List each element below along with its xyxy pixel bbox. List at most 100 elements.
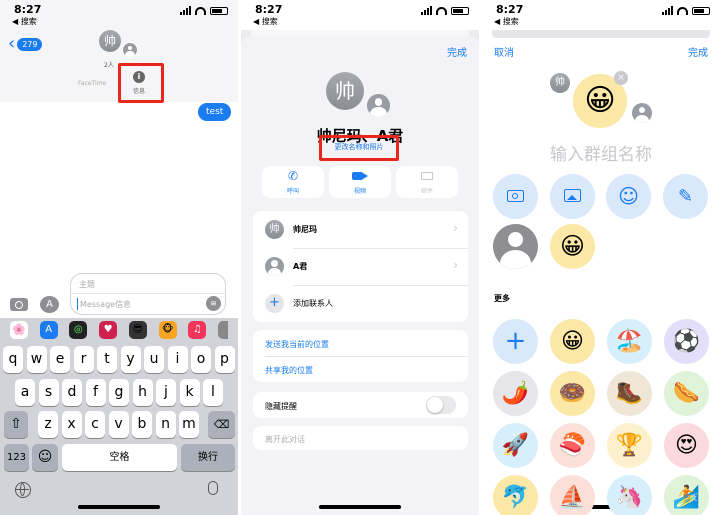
wifi-icon: [195, 6, 206, 15]
shift-key[interactable]: ⇧: [4, 411, 28, 438]
key-o[interactable]: o: [191, 346, 211, 373]
key-s[interactable]: s: [38, 379, 59, 406]
emoji-grid-item[interactable]: 🚀: [493, 423, 538, 468]
key-t[interactable]: t: [97, 346, 117, 373]
memoji-app-icon[interactable]: 😎: [128, 321, 147, 339]
delete-key[interactable]: ⌫: [208, 411, 235, 438]
emoji-grid-item[interactable]: 🐬: [493, 475, 538, 515]
call-button[interactable]: ✆ 呼叫: [262, 166, 324, 198]
emoji-grid-item[interactable]: 🍩: [550, 371, 595, 416]
key-k[interactable]: k: [179, 379, 200, 406]
default-avatar-option[interactable]: [493, 224, 538, 269]
music-app-icon[interactable]: ♫: [188, 321, 207, 339]
activity-app-icon[interactable]: ◎: [69, 321, 88, 339]
emoji-grid-item[interactable]: ⛵: [550, 475, 595, 515]
key-j[interactable]: j: [156, 379, 176, 406]
sticker-app-icon[interactable]: 🐵: [158, 321, 177, 339]
key-d[interactable]: d: [62, 379, 82, 406]
emoji-grid-item[interactable]: 🏄: [664, 475, 709, 515]
more-apps-icon[interactable]: [218, 321, 229, 339]
contact-row-1[interactable]: 帅 帅尼玛 ›: [253, 211, 468, 248]
add-emoji-button[interactable]: +: [493, 319, 538, 364]
info-label[interactable]: 信息: [133, 86, 145, 95]
key-u[interactable]: u: [144, 346, 164, 373]
photos-option[interactable]: [550, 174, 595, 219]
key-b[interactable]: b: [132, 411, 152, 438]
space-key[interactable]: 空格: [62, 444, 177, 471]
group-avatar-primary[interactable]: 帅: [99, 30, 121, 52]
back-to-search[interactable]: ◀ 搜索: [12, 16, 37, 27]
back-to-search-2[interactable]: ◀ 搜索: [253, 16, 278, 27]
key-i[interactable]: i: [167, 346, 188, 373]
message-bubble[interactable]: test: [198, 103, 232, 121]
done-button[interactable]: 完成: [447, 44, 467, 59]
emoji-option[interactable]: ☺: [606, 174, 651, 219]
add-contact-row[interactable]: + 添加联系人: [253, 285, 468, 322]
emoji-grid-item[interactable]: 🦄: [607, 475, 652, 515]
emoji-grid-item[interactable]: 🌶️: [493, 371, 538, 416]
key-h[interactable]: h: [132, 379, 153, 406]
key-v[interactable]: v: [108, 411, 129, 438]
back-to-search-3[interactable]: ◀ 搜索: [494, 16, 519, 27]
digital-touch-icon[interactable]: ♥: [99, 321, 118, 339]
camera-icon[interactable]: [10, 298, 28, 311]
key-g[interactable]: g: [109, 379, 129, 406]
globe-icon[interactable]: [15, 482, 31, 498]
emoji-grid-item[interactable]: 🏖️: [607, 319, 652, 364]
emoji-key[interactable]: ☺: [32, 444, 58, 471]
audio-icon[interactable]: ≋: [206, 296, 221, 311]
emoji-grid-item[interactable]: ⚽: [664, 319, 709, 364]
battery-icon: [692, 6, 710, 15]
facetime-button[interactable]: FaceTime: [78, 80, 106, 87]
compose-box[interactable]: 主题 Message信息 ≋: [70, 273, 226, 315]
emoji-grid-item[interactable]: 😍: [664, 423, 709, 468]
back-button[interactable]: ‹ 279: [8, 35, 43, 53]
hide-alerts-toggle[interactable]: [426, 396, 456, 414]
message-input[interactable]: Message信息: [80, 299, 131, 310]
cancel-button[interactable]: 取消: [494, 44, 514, 59]
number-key[interactable]: 123: [4, 444, 29, 471]
status-time-2: 8:27: [255, 3, 283, 16]
key-q[interactable]: q: [3, 346, 23, 373]
photos-app-icon[interactable]: 🌸: [9, 321, 28, 339]
remove-photo-icon[interactable]: ×: [614, 71, 628, 85]
chevron-right-icon: ›: [453, 258, 458, 272]
key-x[interactable]: x: [61, 411, 82, 438]
call-label: 呼叫: [286, 188, 299, 195]
contact-row-2[interactable]: A君 ›: [253, 248, 468, 285]
app-drawer: 🌸 A ◎ ♥ 😎 🐵 ♫: [0, 318, 238, 342]
app-store-drawer-icon[interactable]: A: [39, 321, 58, 339]
key-p[interactable]: p: [214, 346, 235, 373]
key-w[interactable]: w: [26, 346, 47, 373]
key-f[interactable]: f: [85, 379, 106, 406]
conversation-details-panel: 8:27 ◀ 搜索 完成 帅 帅尼玛、A君 更改名称和照片 ✆ 呼叫 视频 邮件…: [241, 0, 479, 515]
emoji-avatar-option[interactable]: 😀: [550, 224, 595, 269]
share-location-link[interactable]: 共享我的位置: [265, 365, 313, 376]
app-store-icon[interactable]: A: [40, 296, 59, 313]
group-name-input[interactable]: 输入群组名称: [482, 140, 720, 165]
key-e[interactable]: e: [50, 346, 70, 373]
video-button[interactable]: 视频: [329, 166, 391, 198]
key-n[interactable]: n: [155, 411, 176, 438]
subject-field[interactable]: 主题: [79, 279, 95, 290]
key-c[interactable]: c: [85, 411, 105, 438]
key-r[interactable]: r: [73, 346, 94, 373]
done-button-3[interactable]: 完成: [688, 44, 708, 59]
camera-option[interactable]: [493, 174, 538, 219]
emoji-grid-item[interactable]: 😀: [550, 319, 595, 364]
change-name-photo-link[interactable]: 更改名称和照片: [321, 142, 397, 152]
send-location-link[interactable]: 发送我当前的位置: [265, 339, 329, 350]
key-l[interactable]: l: [203, 379, 223, 406]
key-a[interactable]: a: [15, 379, 35, 406]
emoji-grid-item[interactable]: 🍣: [550, 423, 595, 468]
key-y[interactable]: y: [120, 346, 141, 373]
info-icon[interactable]: i: [133, 71, 145, 83]
pencil-option[interactable]: ✎: [663, 174, 708, 219]
return-key[interactable]: 换行: [181, 444, 235, 471]
emoji-grid-item[interactable]: 🥾: [607, 371, 652, 416]
key-m[interactable]: m: [179, 411, 199, 438]
key-z[interactable]: z: [38, 411, 58, 438]
emoji-grid-item[interactable]: 🏆: [607, 423, 652, 468]
emoji-grid-item[interactable]: 🌭: [664, 371, 709, 416]
microphone-icon[interactable]: [208, 481, 218, 495]
